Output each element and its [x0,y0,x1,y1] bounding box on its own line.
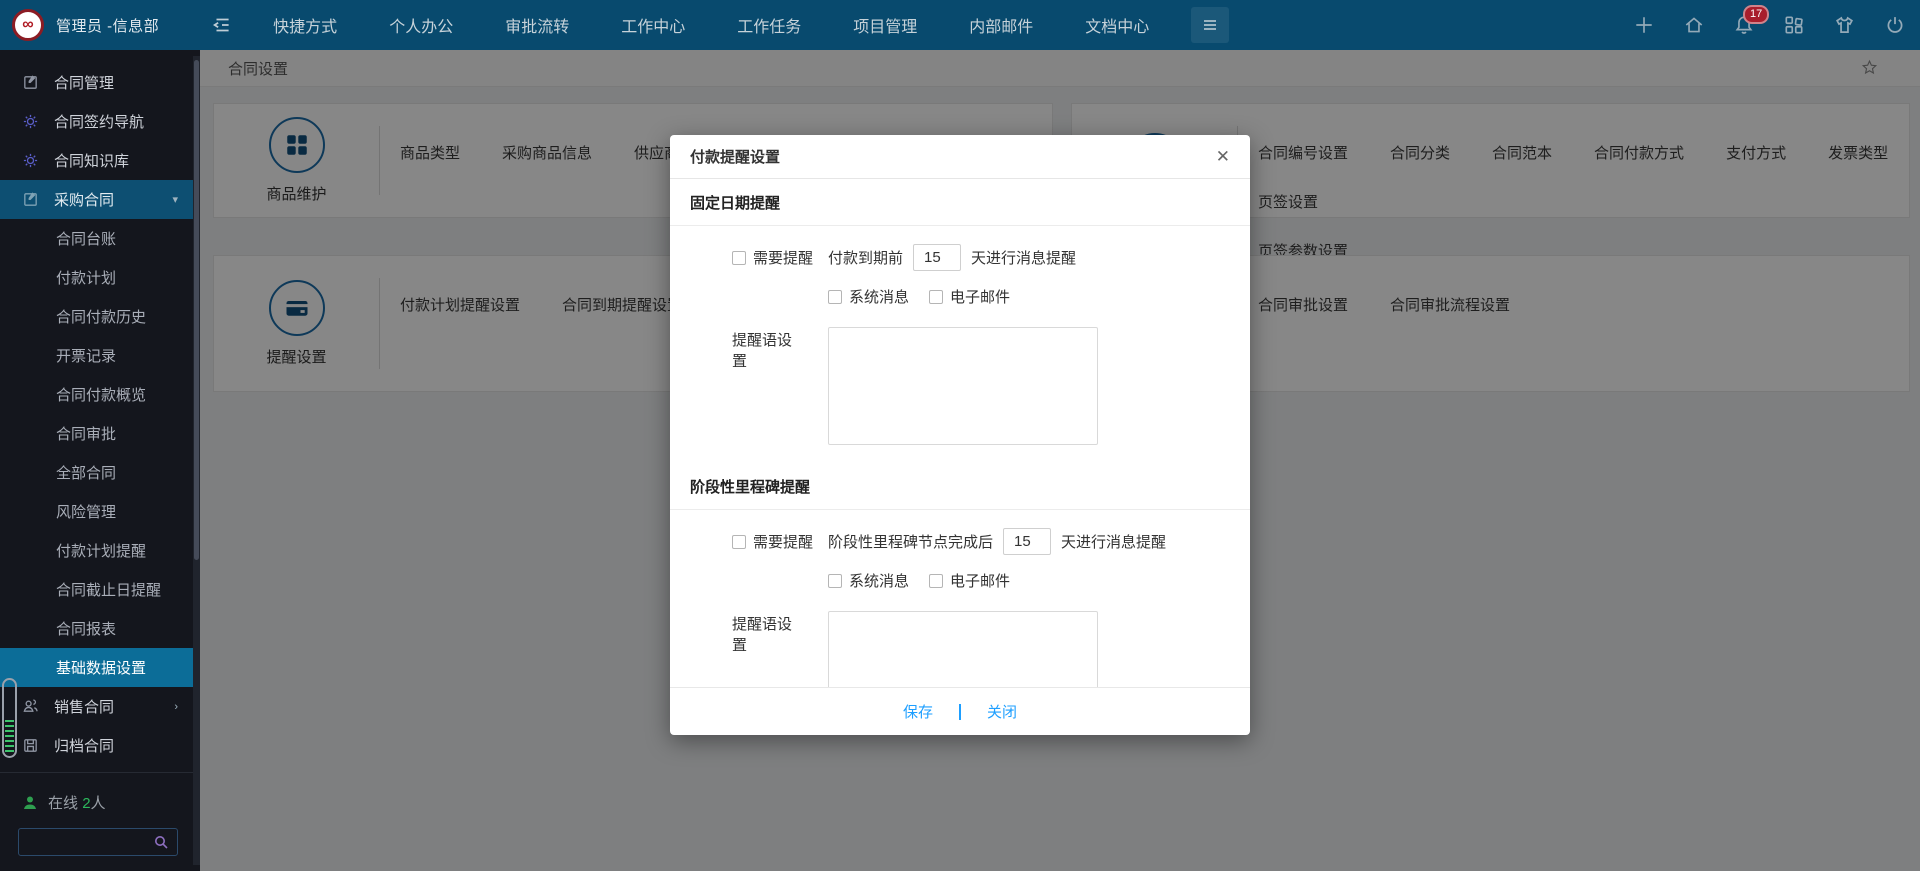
gear-icon [22,113,40,130]
archive-save-icon [22,737,40,754]
sidebar-sub-all-contracts[interactable]: 全部合同 [0,453,200,492]
sidebar-sub-ledger[interactable]: 合同台账 [0,219,200,258]
sidebar-item-label: 采购合同 [54,189,114,210]
online-status: 在线 2人 [22,792,106,813]
topbar-actions: 17 [1633,0,1906,50]
chevron-right-icon: › [174,701,178,713]
sidebar-sub-payment-overview[interactable]: 合同付款概览 [0,375,200,414]
sidebar-sub-base-data-settings[interactable]: 基础数据设置 [0,648,200,687]
sidebar-sub-contract-report[interactable]: 合同报表 [0,609,200,648]
theme-skin-icon[interactable] [1833,14,1856,37]
online-count: 2 [82,795,90,812]
apps-grid-icon[interactable] [1783,14,1805,36]
sidebar-sub-deadline-reminder[interactable]: 合同截止日提醒 [0,570,200,609]
nav-shortcuts[interactable]: 快捷方式 [273,13,337,37]
days-before-input[interactable] [913,244,961,271]
sidebar-item-sign-nav[interactable]: 合同签约导航 [0,102,200,141]
dialog-title: 付款提醒设置 [690,146,780,167]
sidebar-item-label: 销售合同 [54,696,114,717]
sidebar-sub-payment-history[interactable]: 合同付款历史 [0,297,200,336]
divider [959,704,961,720]
close-button[interactable]: 关闭 [987,701,1017,722]
nav-project-mgmt[interactable]: 项目管理 [853,13,917,37]
power-logout-icon[interactable] [1884,14,1906,36]
nav-approval-flow[interactable]: 审批流转 [505,13,569,37]
system-message-checkbox[interactable] [828,290,842,304]
add-icon[interactable] [1633,14,1655,36]
notification-count-badge: 17 [1743,5,1769,24]
reminder-text-area[interactable] [828,611,1098,687]
nav-doc-center[interactable]: 文档中心 [1085,13,1149,37]
topbar: ∞ 管理员 -信息部 快捷方式 个人办公 审批流转 工作中心 工作任务 项目管理… [0,0,1920,50]
sidebar-search [18,828,178,856]
sidebar-item-label: 合同管理 [54,72,114,93]
search-icon[interactable] [153,834,169,850]
sidebar-sub-contract-approval[interactable]: 合同审批 [0,414,200,453]
document-edit-icon [22,191,40,208]
save-button[interactable]: 保存 [903,701,933,722]
sidebar-item-label: 归档合同 [54,735,114,756]
notifications-bell-icon[interactable]: 17 [1733,14,1755,36]
level-indicator [2,678,17,758]
sidebar-sub-payment-plan-reminder[interactable]: 付款计划提醒 [0,531,200,570]
gear-icon [22,152,40,169]
sidebar-sub-invoice-records[interactable]: 开票记录 [0,336,200,375]
sidebar-scrollbar[interactable] [193,56,200,865]
top-nav: 快捷方式 个人办公 审批流转 工作中心 工作任务 项目管理 内部邮件 文档中心 [273,13,1149,37]
nav-work-tasks[interactable]: 工作任务 [737,13,801,37]
reminder-text-area[interactable] [828,327,1098,445]
people-icon [22,698,40,715]
nav-work-center[interactable]: 工作中心 [621,13,685,37]
section-heading-fixed-date: 固定日期提醒 [670,179,1250,226]
sidebar-item-sales-contract[interactable]: 销售合同 › [0,687,200,726]
chevron-down-icon: ▾ [172,193,178,206]
sidebar-item-archived-contract[interactable]: 归档合同 [0,726,200,765]
sidebar-item-label: 合同签约导航 [54,111,144,132]
sidebar-sub-payment-plan[interactable]: 付款计划 [0,258,200,297]
sidebar-item-knowledge-base[interactable]: 合同知识库 [0,141,200,180]
days-after-input[interactable] [1003,528,1051,555]
payment-reminder-dialog: 付款提醒设置 ✕ 固定日期提醒 需要提醒 付款到期前 天进行消息提醒 系统消息 [670,135,1250,735]
need-reminder-checkbox[interactable] [732,251,746,265]
section-heading-milestone: 阶段性里程碑提醒 [670,463,1250,510]
current-user-label: 管理员 -信息部 [56,15,159,36]
sidebar-item-contract-mgmt[interactable]: 合同管理 [0,63,200,102]
divider [0,772,200,773]
document-edit-icon [22,74,40,91]
sidebar-item-purchase-contract[interactable]: 采购合同 ▾ [0,180,200,219]
close-icon[interactable]: ✕ [1216,148,1230,165]
sidebar-item-label: 合同知识库 [54,150,129,171]
sidebar-collapse-icon[interactable] [211,14,233,36]
need-reminder-checkbox[interactable] [732,535,746,549]
online-user-icon [22,795,38,811]
nav-personal-office[interactable]: 个人办公 [389,13,453,37]
sidebar-sub-risk-mgmt[interactable]: 风险管理 [0,492,200,531]
app-logo-icon: ∞ [12,9,44,41]
email-checkbox[interactable] [929,290,943,304]
email-checkbox[interactable] [929,574,943,588]
sidebar: 合同管理 合同签约导航 合同知识库 采购合同 ▾ 合同台账 付款计划 合同付款历… [0,50,200,871]
system-message-checkbox[interactable] [828,574,842,588]
more-menu-icon[interactable] [1191,7,1229,43]
nav-internal-mail[interactable]: 内部邮件 [969,13,1033,37]
home-icon[interactable] [1683,14,1705,36]
